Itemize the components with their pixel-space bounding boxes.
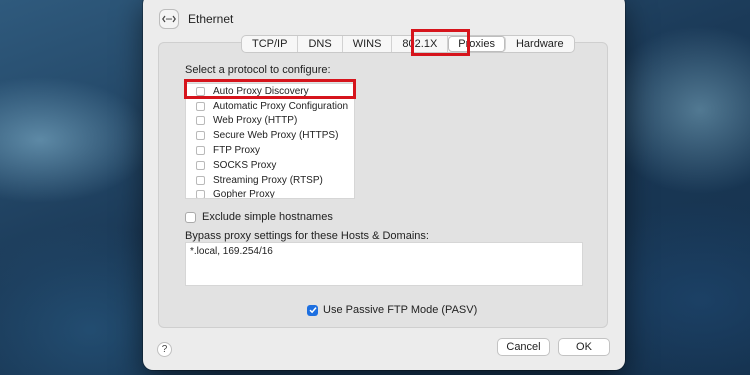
protocol-item-label: SOCKS Proxy: [213, 159, 277, 171]
passive-ftp-label: Use Passive FTP Mode (PASV): [323, 304, 478, 316]
exclude-simple-hostnames-label: Exclude simple hostnames: [202, 211, 333, 223]
exclude-simple-hostnames-checkbox[interactable]: [185, 211, 196, 223]
tab-dns[interactable]: DNS: [298, 36, 343, 52]
highlight-box-proxies-tab: [411, 29, 470, 56]
protocol-item-secure-web-proxy[interactable]: Secure Web Proxy (HTTPS): [186, 128, 354, 143]
protocol-item-socks-proxy[interactable]: SOCKS Proxy: [186, 158, 354, 173]
tab-bar: TCP/IP DNS WINS 802.1X Proxies Hardware: [241, 35, 575, 53]
checkbox[interactable]: [196, 146, 205, 156]
tab-hardware[interactable]: Hardware: [506, 36, 574, 52]
protocol-item-ftp-proxy[interactable]: FTP Proxy: [186, 143, 354, 158]
title-bar: Ethernet: [159, 8, 233, 30]
bypass-label: Bypass proxy settings for these Hosts & …: [185, 230, 429, 242]
protocol-list: Auto Proxy Discovery Automatic Proxy Con…: [185, 83, 355, 199]
protocol-item-label: Gopher Proxy: [213, 189, 275, 199]
protocol-item-label: Streaming Proxy (RTSP): [213, 174, 323, 186]
highlight-box-auto-proxy-discovery: [184, 79, 356, 99]
checkbox[interactable]: [196, 160, 205, 170]
help-button[interactable]: ?: [157, 342, 172, 357]
protocol-item-label: FTP Proxy: [213, 145, 261, 157]
network-settings-window: Ethernet TCP/IP DNS WINS 802.1X Proxies …: [143, 0, 625, 370]
protocol-item-label: Automatic Proxy Configuration: [213, 100, 349, 112]
protocol-item-gopher-proxy[interactable]: Gopher Proxy: [186, 188, 354, 199]
ethernet-icon: [159, 9, 179, 29]
tab-tcpip[interactable]: TCP/IP: [242, 36, 299, 52]
checkbox[interactable]: [196, 101, 205, 111]
protocol-item-automatic-proxy-configuration[interactable]: Automatic Proxy Configuration: [186, 99, 354, 114]
protocol-item-streaming-proxy[interactable]: Streaming Proxy (RTSP): [186, 173, 354, 188]
protocol-section-label: Select a protocol to configure:: [185, 64, 331, 76]
passive-ftp-row[interactable]: Use Passive FTP Mode (PASV): [307, 304, 477, 316]
protocol-item-label: Secure Web Proxy (HTTPS): [213, 130, 339, 142]
protocol-item-label: Web Proxy (HTTP): [213, 115, 298, 127]
window-title: Ethernet: [188, 12, 234, 26]
passive-ftp-checkbox[interactable]: [307, 304, 318, 316]
checkbox[interactable]: [196, 190, 205, 198]
exclude-simple-hostnames-row[interactable]: Exclude simple hostnames: [185, 211, 333, 223]
tab-wins[interactable]: WINS: [343, 36, 393, 52]
checkbox[interactable]: [196, 175, 205, 185]
checkbox[interactable]: [196, 131, 205, 141]
bypass-hosts-field[interactable]: *.local, 169.254/16: [185, 242, 583, 286]
ok-button[interactable]: OK: [558, 338, 610, 356]
protocol-item-web-proxy[interactable]: Web Proxy (HTTP): [186, 114, 354, 129]
checkmark-icon: [308, 307, 317, 314]
checkbox[interactable]: [196, 116, 205, 126]
cancel-button[interactable]: Cancel: [497, 338, 550, 356]
